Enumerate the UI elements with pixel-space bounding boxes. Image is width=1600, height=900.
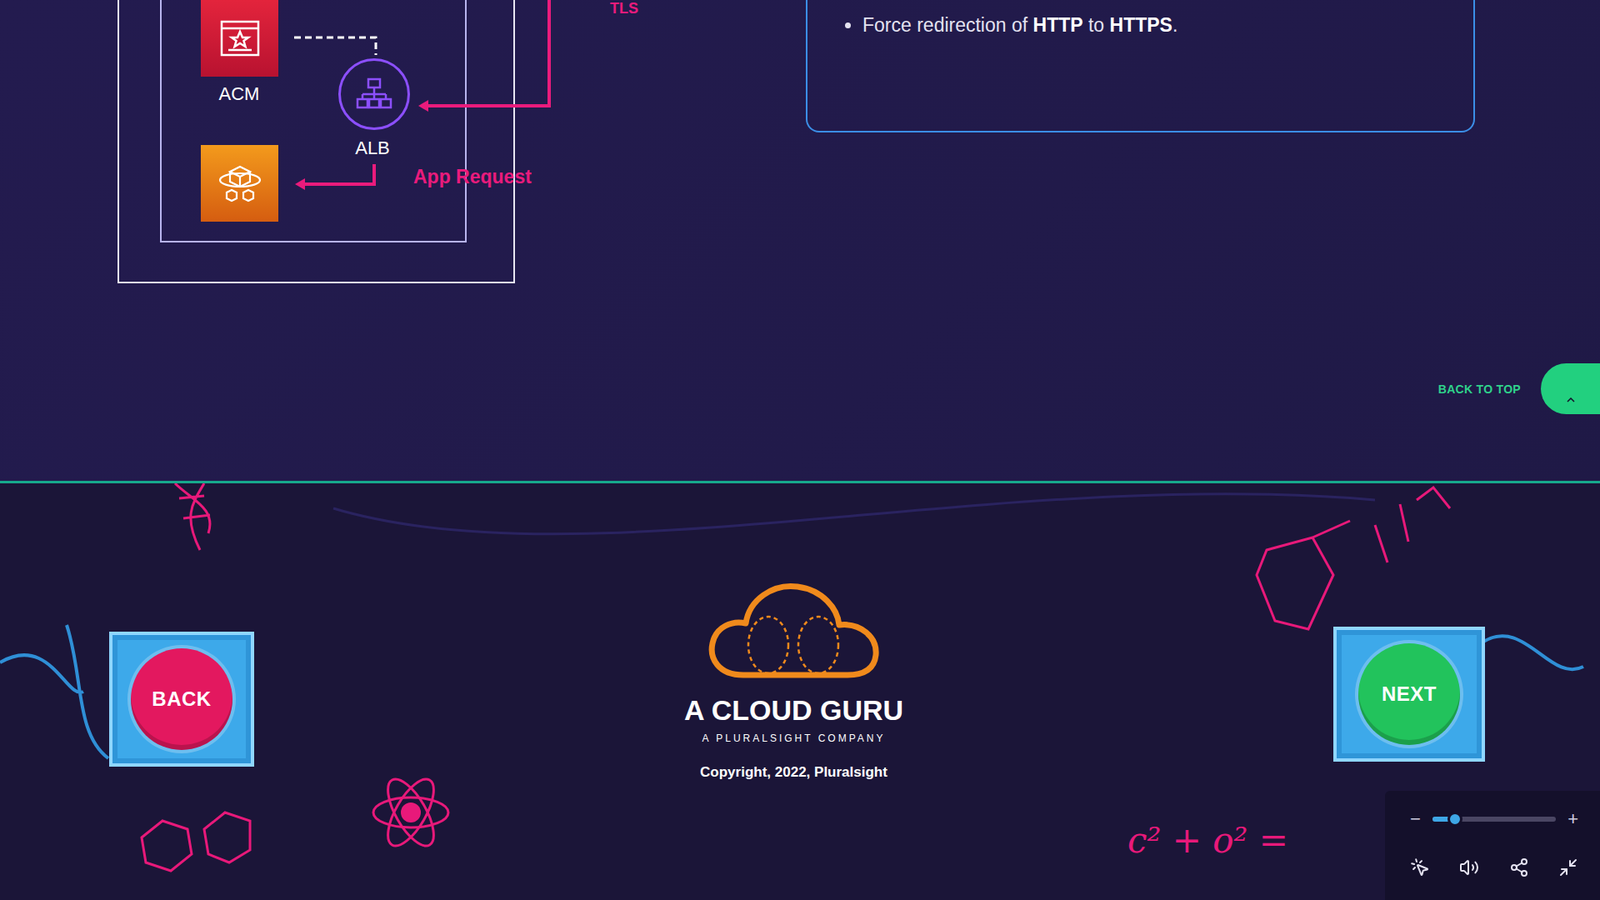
acm-label: ACM [201,83,277,105]
diagram-edges [0,0,667,284]
share-button[interactable] [1505,854,1533,881]
chevron-up-icon [1566,397,1575,403]
alb-icon [338,58,410,130]
pointer-click-icon [1410,857,1430,878]
player-controls: −+ [1385,790,1600,900]
footer: BACK A CLOUD GURU A PLURALSIGHT COMPANY Cop… [0,483,1600,900]
zoom-out-button[interactable]: − [1406,810,1425,829]
zoom-in-button[interactable]: + [1564,810,1582,829]
brand-name: A CLOUD GURU [684,695,904,726]
back-button[interactable]: BACK [109,631,255,767]
share-icon [1509,857,1530,878]
info-bullet: Force redirection of HTTP to HTTPS. [862,11,1454,39]
next-button[interactable]: NEXT [1333,626,1485,762]
info-list: Force redirection of HTTP to HTTPS. [847,11,1454,39]
acm-icon [200,0,279,77]
info-box: Force redirection of HTTP to HTTPS. [805,0,1475,133]
lesson-page: TLS ACM ALBApp Request Force redirection of… [0,0,1600,900]
copyright: Copyright, 2022, Pluralsight [700,764,888,781]
volume-button[interactable] [1455,854,1483,881]
zoom-row: −+ [1406,810,1582,829]
ec2-autoscaling-icon [200,145,279,222]
vpc-frame [117,0,515,284]
exit-fullscreen-button[interactable] [1555,854,1582,881]
back-to-top-label[interactable]: BACK TO TOP [1438,382,1521,396]
zoom-thumb[interactable] [1447,811,1463,827]
formula-doodle: c² + o² = [1127,820,1289,861]
cloud-logo-icon [705,576,883,679]
back-to-top-button[interactable] [1540,363,1600,415]
app-request-label: App Request [413,165,532,188]
alb-label: ALB [335,137,410,160]
volume-icon [1459,857,1480,878]
brand-tagline: A PLURALSIGHT COMPANY [702,732,886,745]
pointer-button[interactable] [1406,854,1434,881]
zoom-slider[interactable] [1432,816,1556,822]
minimize-icon [1558,857,1579,878]
tls-label: TLS [610,0,639,18]
brand-block: A CLOUD GURU A PLURALSIGHT COMPANY Copyrig… [254,576,1334,781]
architecture-diagram: TLS ACM ALBApp Request [0,0,667,284]
lesson-content: TLS ACM ALBApp Request Force redirection of… [0,0,1600,484]
